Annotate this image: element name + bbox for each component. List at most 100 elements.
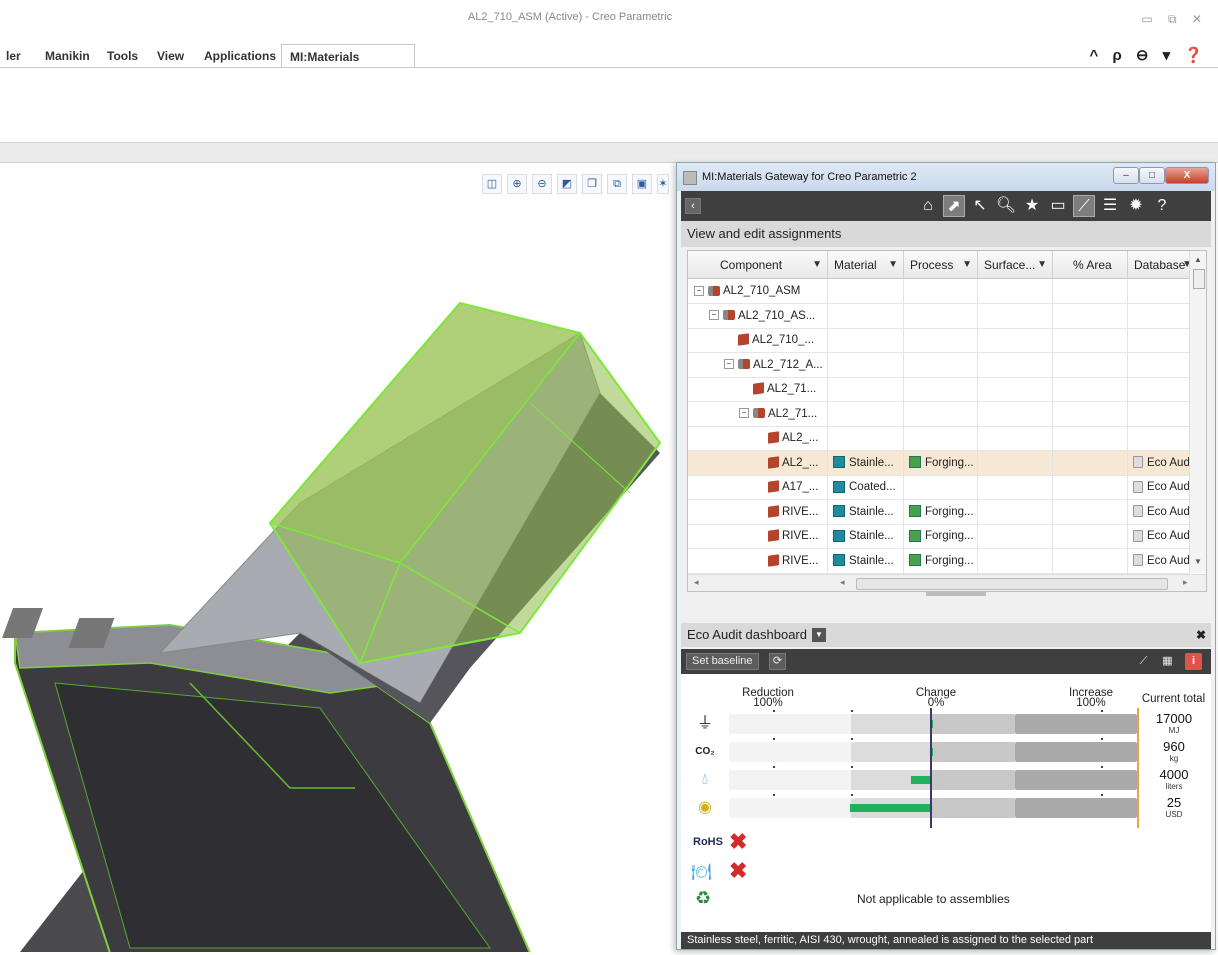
tab-applications[interactable]: Applications [196, 44, 284, 68]
material-cell[interactable]: Coated... [828, 475, 904, 499]
area-cell[interactable] [1053, 499, 1128, 524]
tab-tools[interactable]: Tools [99, 44, 146, 68]
material-cell[interactable] [828, 426, 904, 450]
chevron-down-icon[interactable]: ▼ [812, 251, 822, 279]
component-cell[interactable]: − AL2_710_AS... [688, 303, 828, 328]
settings-icon[interactable]: ✹ [1125, 195, 1147, 217]
display-style-icon[interactable]: ▣ [632, 174, 652, 194]
tab-partial[interactable]: ler [0, 44, 29, 68]
process-cell[interactable]: Forging... [904, 499, 978, 524]
table-icon[interactable]: ▦ [1159, 653, 1176, 670]
tab-materials-gateway[interactable]: MI:Materials Gateway [281, 44, 415, 88]
vertical-scrollbar[interactable]: ▲ ▼ [1189, 251, 1206, 573]
database-cell[interactable] [1128, 426, 1190, 450]
refit-icon[interactable]: ◩ [557, 174, 577, 194]
table-row[interactable]: AL2_... [688, 426, 1190, 451]
material-cell[interactable]: Stainle... [828, 499, 904, 524]
table-row[interactable]: − AL2_710_AS... [688, 303, 1190, 329]
surface-cell[interactable] [978, 352, 1053, 377]
chevron-down-icon[interactable]: ▼ [962, 251, 972, 279]
panel-splitter[interactable] [681, 592, 1211, 622]
chart-icon[interactable]: ⟋ [1135, 653, 1152, 670]
material-cell[interactable] [828, 328, 904, 352]
surface-cell[interactable] [978, 499, 1053, 524]
database-cell[interactable] [1128, 401, 1190, 426]
view-orient-icon[interactable]: ❒ [582, 174, 602, 194]
surface-cell[interactable] [978, 450, 1053, 475]
saved-views-icon[interactable]: ⧉ [607, 174, 627, 194]
material-cell[interactable] [828, 377, 904, 401]
column-header-material[interactable]: Material ▼ [828, 251, 904, 279]
area-cell[interactable] [1053, 426, 1128, 450]
component-cell[interactable]: RIVE... [688, 499, 828, 524]
component-cell[interactable]: − AL2_71... [688, 401, 828, 426]
table-row[interactable]: AL2_... Stainle... Forging... Eco Aud [688, 450, 1190, 476]
close-icon[interactable]: ✖ [1196, 628, 1206, 642]
table-row[interactable]: A17_... Coated... Eco Aud [688, 475, 1190, 500]
area-cell[interactable] [1053, 303, 1128, 328]
star-icon[interactable]: ★ [1021, 195, 1043, 217]
collapse-icon[interactable]: − [709, 310, 719, 321]
database-cell[interactable] [1128, 377, 1190, 401]
back-button[interactable]: ‹ [685, 198, 701, 214]
tab-view[interactable]: View [149, 44, 192, 68]
area-cell[interactable] [1053, 475, 1128, 499]
database-cell[interactable] [1128, 279, 1190, 303]
process-cell[interactable]: Forging... [904, 548, 978, 573]
area-cell[interactable] [1053, 279, 1128, 303]
collapse-icon[interactable]: − [694, 285, 704, 296]
database-cell[interactable] [1128, 303, 1190, 328]
component-cell[interactable]: RIVE... [688, 524, 828, 548]
tab-manikin[interactable]: Manikin [37, 44, 98, 68]
area-cell[interactable] [1053, 548, 1128, 573]
column-header-component[interactable]: Component ▼ [688, 251, 828, 279]
zoom-out-icon[interactable]: ⊖ [532, 174, 552, 194]
horizontal-scrollbar[interactable]: ◂ ◂ ▸ [688, 574, 1206, 591]
report-icon[interactable]: ☰ [1099, 195, 1121, 217]
scroll-up-icon[interactable]: ▲ [1194, 255, 1202, 264]
collapse-icon[interactable]: − [739, 408, 749, 419]
assign-icon[interactable]: ⬈ [943, 195, 965, 217]
cursor-icon[interactable]: ↖ [969, 195, 991, 217]
surface-cell[interactable] [978, 279, 1053, 303]
chevron-down-icon[interactable]: ▼ [812, 628, 826, 642]
surface-cell[interactable] [978, 524, 1053, 548]
window-controls[interactable]: ▭ ⧉ ✕ [1141, 12, 1208, 27]
scroll-left-icon[interactable]: ◂ [694, 577, 699, 588]
process-cell[interactable]: Forging... [904, 524, 978, 548]
zoom-fit-icon[interactable]: ◫ [482, 174, 502, 194]
process-cell[interactable] [904, 279, 978, 303]
database-cell[interactable]: Eco Aud [1128, 499, 1190, 524]
chevron-down-icon[interactable]: ▼ [888, 251, 898, 279]
collapse-icon[interactable]: − [724, 359, 734, 370]
table-row[interactable]: − AL2_710_ASM [688, 279, 1190, 304]
scroll-right-icon[interactable]: ▸ [1183, 577, 1188, 588]
help-icon[interactable]: ? [1151, 195, 1173, 217]
help-search-icons[interactable]: ^ ρ ⊖ ▾ ❓ [1090, 46, 1208, 64]
database-cell[interactable]: Eco Aud [1128, 475, 1190, 499]
material-cell[interactable]: Stainle... [828, 450, 904, 475]
column-header-process[interactable]: Process ▼ [904, 251, 978, 279]
database-cell[interactable]: Eco Aud [1128, 548, 1190, 573]
database-cell[interactable]: Eco Aud [1128, 524, 1190, 548]
refresh-icon[interactable]: ⟳ [769, 653, 786, 670]
surface-cell[interactable] [978, 303, 1053, 328]
scroll-down-icon[interactable]: ▼ [1194, 557, 1202, 566]
table-row[interactable]: AL2_71... [688, 377, 1190, 402]
material-cell[interactable] [828, 352, 904, 377]
close-button[interactable]: X [1165, 167, 1209, 184]
database-cell[interactable] [1128, 328, 1190, 352]
component-cell[interactable]: − AL2_710_ASM [688, 279, 828, 303]
component-cell[interactable]: AL2_... [688, 426, 828, 450]
column-header-area[interactable]: % Area [1053, 251, 1128, 279]
material-cell[interactable]: Stainle... [828, 524, 904, 548]
material-cell[interactable] [828, 279, 904, 303]
component-cell[interactable]: AL2_... [688, 450, 828, 475]
column-header-database[interactable]: Database ▼ [1128, 251, 1198, 279]
table-row[interactable]: AL2_710_... [688, 328, 1190, 353]
database-cell[interactable]: Eco Aud [1128, 450, 1190, 475]
surface-cell[interactable] [978, 426, 1053, 450]
area-cell[interactable] [1053, 524, 1128, 548]
surface-cell[interactable] [978, 328, 1053, 352]
process-cell[interactable] [904, 352, 978, 377]
